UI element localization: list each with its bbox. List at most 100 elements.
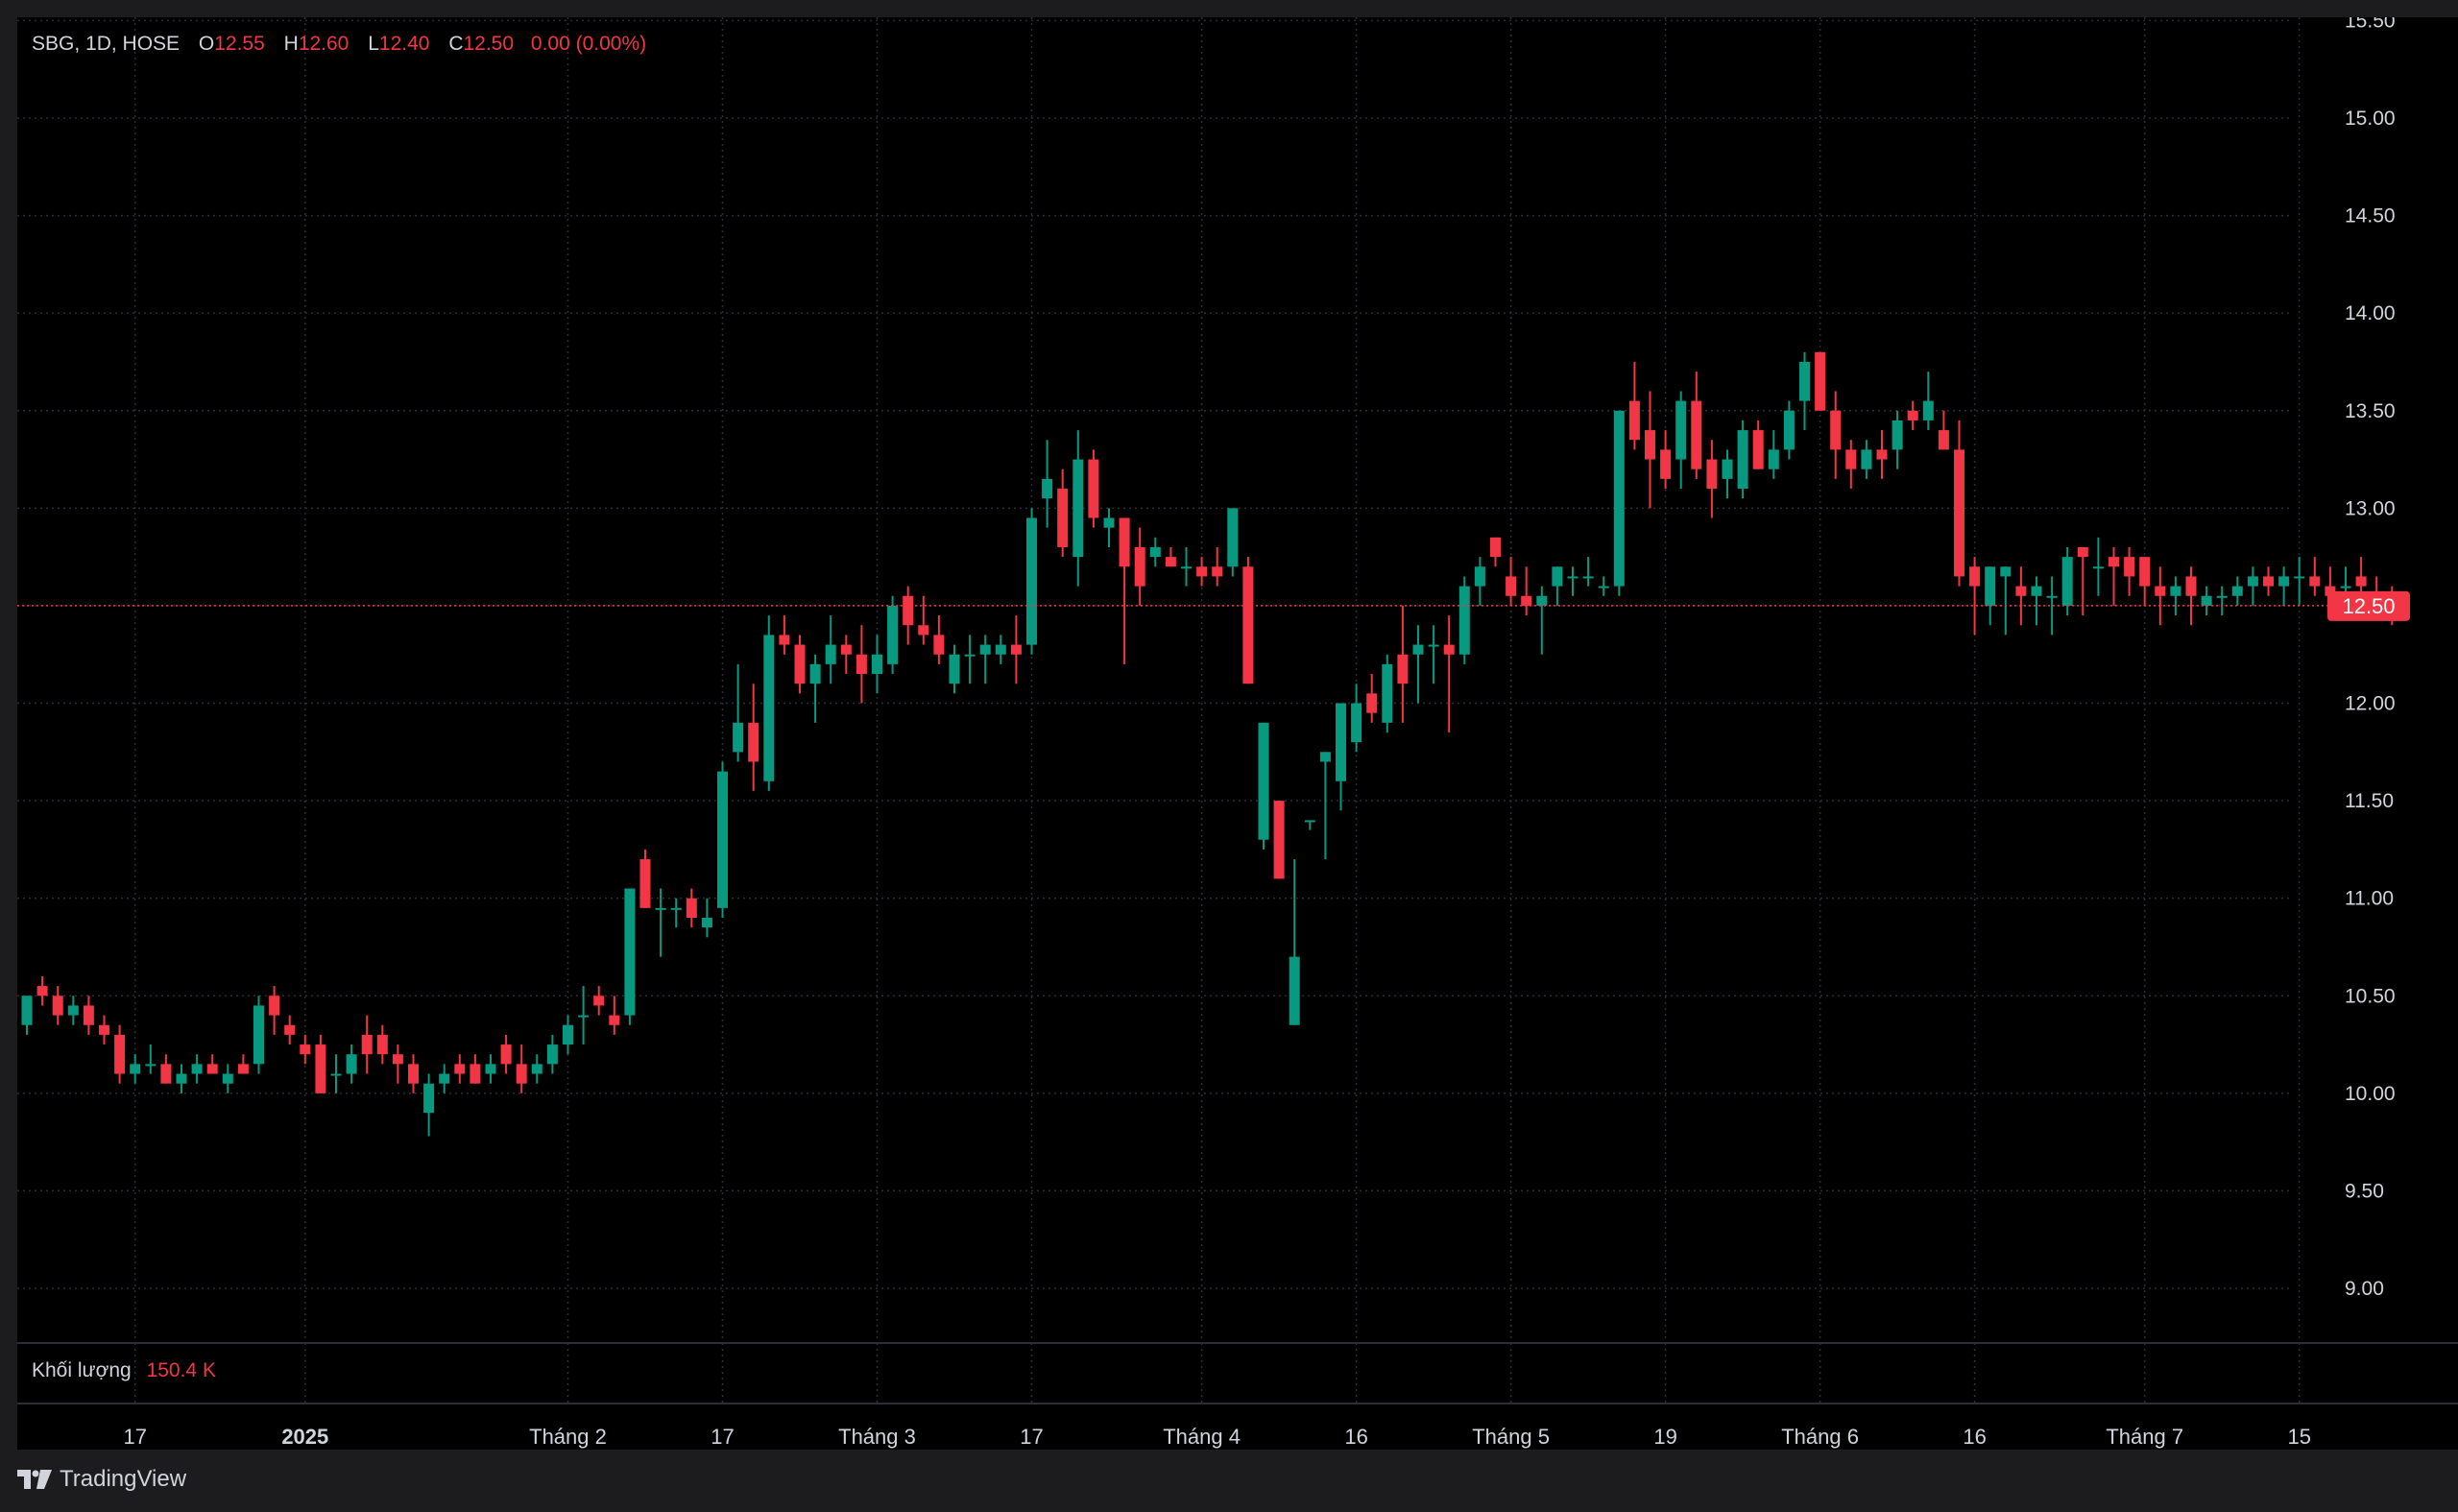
candle-body[interactable] <box>1474 566 1485 587</box>
candle-body[interactable] <box>918 625 929 636</box>
candle[interactable] <box>1954 420 1964 587</box>
candle-body[interactable] <box>2124 557 2135 577</box>
candle[interactable] <box>1242 557 1254 684</box>
candle[interactable] <box>933 615 945 664</box>
candle[interactable] <box>639 849 651 908</box>
candle-body[interactable] <box>330 1073 342 1076</box>
candle[interactable] <box>2263 566 2274 596</box>
candle[interactable] <box>2170 576 2181 616</box>
candle[interactable] <box>83 996 94 1035</box>
candle[interactable] <box>2278 566 2290 606</box>
candle-body[interactable] <box>1336 703 1346 781</box>
candle-body[interactable] <box>237 1064 249 1074</box>
candle-body[interactable] <box>1645 430 1655 460</box>
candle-body[interactable] <box>670 907 682 910</box>
candle-body[interactable] <box>1351 703 1362 743</box>
candle[interactable] <box>330 1054 342 1093</box>
candle-body[interactable] <box>1134 546 1145 587</box>
candle[interactable] <box>809 654 821 723</box>
candle-body[interactable] <box>1938 430 1949 450</box>
candle-body[interactable] <box>1660 449 1672 479</box>
candle-body[interactable] <box>160 1064 172 1084</box>
candle-body[interactable] <box>1057 489 1069 547</box>
candle[interactable] <box>2015 566 2027 626</box>
candle-body[interactable] <box>855 654 867 675</box>
candle[interactable] <box>686 888 697 928</box>
candle[interactable] <box>624 888 636 1025</box>
candle-body[interactable] <box>1752 430 1764 469</box>
candle-body[interactable] <box>2216 595 2228 598</box>
candle[interactable] <box>2247 566 2258 606</box>
candle[interactable] <box>1458 576 1470 664</box>
candle[interactable] <box>1196 557 1208 587</box>
candle[interactable] <box>1830 391 1842 479</box>
candle-body[interactable] <box>408 1064 419 1084</box>
candlestick-chart[interactable]: 9.00 9.50 10.00 10.50 11.00 11.50 12.00 12.50 13… <box>17 17 2458 1450</box>
candle[interactable] <box>1567 566 1578 596</box>
candle[interactable] <box>1336 703 1346 811</box>
candle-body[interactable] <box>1552 566 1563 587</box>
candle-body[interactable] <box>1026 517 1037 645</box>
candle-body[interactable] <box>284 1024 296 1035</box>
candle-body[interactable] <box>779 635 790 645</box>
candle[interactable] <box>1490 537 1501 567</box>
candle[interactable] <box>423 1073 435 1137</box>
volume-legend[interactable]: Khối lượng 150.4 K <box>32 1359 216 1382</box>
candle-body[interactable] <box>1892 420 1903 450</box>
candle-body[interactable] <box>2278 576 2290 587</box>
candle-body[interactable] <box>1443 644 1455 655</box>
candle-body[interactable] <box>1042 478 1053 499</box>
candle[interactable] <box>516 1044 527 1093</box>
candle-body[interactable] <box>439 1073 450 1084</box>
candle-body[interactable] <box>2355 576 2367 587</box>
candle-body[interactable] <box>1675 400 1687 460</box>
candle[interactable] <box>99 1015 109 1045</box>
candle-body[interactable] <box>2201 595 2212 606</box>
candle-body[interactable] <box>206 1064 218 1074</box>
candle-body[interactable] <box>1922 400 1934 420</box>
candle[interactable] <box>748 684 759 791</box>
candle-body[interactable] <box>748 722 759 762</box>
candle[interactable] <box>779 615 790 655</box>
candle-body[interactable] <box>2046 595 2058 598</box>
candle-body[interactable] <box>1783 410 1795 450</box>
candle-body[interactable] <box>21 996 33 1025</box>
candle[interactable] <box>408 1054 419 1093</box>
candle-body[interactable] <box>563 1024 573 1045</box>
candle-body[interactable] <box>1382 663 1393 723</box>
candle-body[interactable] <box>470 1064 481 1084</box>
candle-body[interactable] <box>825 644 836 664</box>
candle[interactable] <box>2185 566 2197 626</box>
candle-body[interactable] <box>1768 449 1779 469</box>
candle-body[interactable] <box>2294 576 2305 579</box>
candle-body[interactable] <box>2231 586 2243 596</box>
candle-body[interactable] <box>887 605 899 664</box>
candle[interactable] <box>1366 674 1378 723</box>
candle[interactable] <box>1273 801 1285 879</box>
candle-body[interactable] <box>593 996 605 1006</box>
candle-body[interactable] <box>1397 654 1409 684</box>
candle[interactable] <box>454 1054 466 1084</box>
candle[interactable] <box>1691 372 1702 479</box>
candle-body[interactable] <box>1845 449 1857 469</box>
candle[interactable] <box>1876 430 1888 479</box>
candle-body[interactable] <box>1815 351 1826 411</box>
candle[interactable] <box>21 996 33 1035</box>
candle[interactable] <box>1428 625 1439 684</box>
candle[interactable] <box>1845 440 1857 490</box>
candle-body[interactable] <box>1119 517 1130 567</box>
candle[interactable] <box>1397 605 1409 723</box>
candle-body[interactable] <box>1521 595 1532 606</box>
candle-body[interactable] <box>1567 576 1578 579</box>
candle[interactable] <box>1722 449 1733 499</box>
candle-body[interactable] <box>794 644 806 684</box>
candle[interactable] <box>918 595 929 645</box>
candle[interactable] <box>1304 820 1315 830</box>
candle-body[interactable] <box>1722 459 1733 479</box>
candle-body[interactable] <box>130 1064 141 1074</box>
candle-body[interactable] <box>83 1005 94 1025</box>
candle[interactable] <box>1985 566 1996 626</box>
chart-panel[interactable]: 9.00 9.50 10.00 10.50 11.00 11.50 12.00 12.50 13… <box>17 17 2458 1450</box>
candle-body[interactable] <box>1412 644 1424 655</box>
candle-body[interactable] <box>1737 430 1748 490</box>
